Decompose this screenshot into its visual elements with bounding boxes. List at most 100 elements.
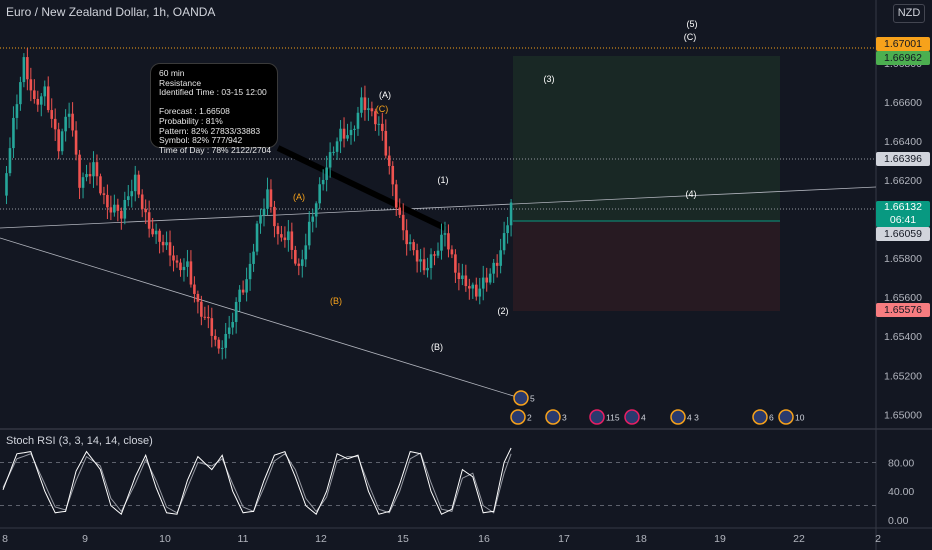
candle-body [318, 184, 321, 204]
candle-body [147, 212, 151, 229]
wave-label: (A) [379, 90, 391, 100]
candle-body [349, 129, 353, 136]
candle-body [203, 316, 207, 318]
price-tick-label: 1.65200 [884, 370, 922, 382]
candle-body [200, 301, 203, 317]
time-tick-label: 12 [315, 533, 327, 545]
candle-body [120, 210, 123, 219]
candle-body [116, 204, 120, 211]
candle-body [133, 174, 137, 192]
candle-body [53, 118, 57, 130]
candle-body [492, 262, 495, 274]
candle-body [88, 174, 92, 177]
event-badge: 3 [545, 409, 567, 425]
candle-body [287, 231, 290, 241]
candle-body [81, 177, 85, 188]
wave-label: (C) [684, 32, 697, 42]
candle-body [182, 266, 186, 271]
candle-body [210, 318, 214, 336]
candle-body [85, 174, 88, 178]
candle-body [457, 272, 461, 280]
candle-body [398, 207, 402, 215]
candle-body [381, 123, 384, 131]
event-count: 6 [769, 413, 774, 423]
candle-body [234, 301, 238, 322]
candle-body [130, 191, 134, 197]
candle-body [468, 286, 471, 289]
price-label-red: 1.65576 [876, 303, 930, 317]
candle-body [109, 207, 113, 213]
current-price: 1.66132 [884, 201, 922, 213]
candle-body [471, 284, 475, 289]
indicator-tick-label: 0.00 [888, 515, 909, 527]
candle-body [290, 231, 294, 250]
time-tick-label: 18 [635, 533, 647, 545]
candle-body [252, 251, 255, 264]
candle-body [269, 189, 273, 207]
candle-body [126, 196, 130, 200]
candle-body [311, 216, 315, 222]
candle-body [387, 155, 391, 166]
event-icon [670, 409, 686, 425]
candle-body [433, 254, 436, 256]
time-tick-label: 11 [238, 533, 249, 545]
candle-body [161, 241, 165, 246]
tooltip-line: Identified Time : 03-15 12:00 [159, 87, 267, 98]
target-box-loss [513, 221, 780, 311]
candle-body [92, 162, 95, 177]
candle-body [394, 184, 398, 208]
candle-body [325, 167, 328, 180]
time-tick-label: 19 [714, 533, 726, 545]
candle-body [33, 90, 36, 99]
candle-body [207, 316, 210, 319]
candle-body [213, 335, 217, 340]
candle-body [307, 221, 311, 246]
candle-body [488, 273, 492, 283]
candle-body [276, 226, 280, 235]
event-count: 4 [641, 413, 646, 423]
candle-body [99, 176, 102, 194]
wave-label: (B) [431, 342, 443, 352]
candle-body [415, 250, 419, 262]
candle-body [137, 174, 141, 195]
candle-body [332, 151, 335, 153]
candle-body [64, 116, 67, 132]
candle-body [294, 249, 297, 264]
candle-body [29, 79, 33, 91]
candle-body [426, 267, 429, 271]
candle-body [39, 96, 43, 105]
candle-body [401, 214, 405, 231]
candle-body [454, 254, 457, 273]
price-label-grey: 1.66059 [876, 227, 930, 241]
chart-title: Euro / New Zealand Dollar, 1h, OANDA [6, 5, 216, 19]
event-count: 115 [606, 413, 620, 423]
candle-body [377, 123, 381, 125]
candle-body [140, 194, 144, 210]
candle-body [346, 135, 349, 139]
candle-body [186, 261, 189, 267]
time-tick-label: 17 [558, 533, 570, 545]
time-tick-label: 8 [2, 533, 8, 545]
candle-body [217, 339, 221, 349]
pattern-tooltip: 60 min Resistance Identified Time : 03-1… [150, 63, 278, 154]
candle-body [321, 179, 325, 185]
candle-body [238, 289, 241, 302]
candle-body [485, 277, 489, 283]
candle-body [67, 113, 71, 117]
candle-body [502, 233, 506, 251]
event-icon [513, 390, 529, 406]
candle-body [481, 277, 485, 289]
indicator-label: Stoch RSI (3, 3, 14, 14, close) [6, 435, 153, 447]
wave-label: (1) [438, 175, 449, 185]
candle-body [363, 97, 367, 110]
event-count: 3 [562, 413, 567, 423]
candle-body [144, 209, 147, 213]
price-tick-label: 1.66400 [884, 136, 922, 148]
currency-selector[interactable]: NZD [893, 4, 925, 23]
candle-body [328, 152, 332, 168]
candle-body [196, 293, 200, 302]
candle-body [259, 215, 262, 224]
time-tick-label: 9 [82, 533, 88, 545]
candle-body [478, 288, 482, 297]
candle-body [8, 148, 12, 174]
